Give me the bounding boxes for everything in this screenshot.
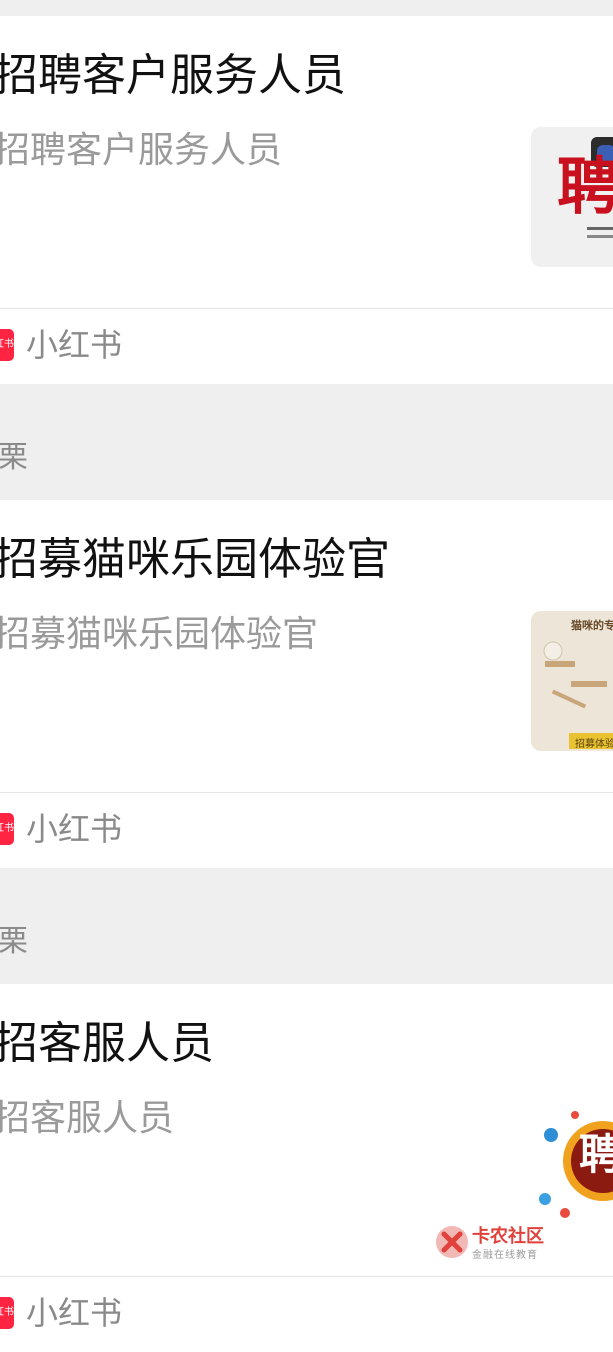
watermark: 卡农社区 金融在线教育 (434, 1224, 574, 1264)
card-title[interactable]: 招聘客户服务人员 (0, 46, 346, 106)
kanong-logo-icon (436, 1226, 468, 1258)
thumbnail-text: 猫咪的专属 (571, 619, 613, 632)
card-title[interactable]: 招募猫咪乐园体验官 (0, 530, 390, 590)
section-label: 栗 (0, 440, 28, 475)
card-thumbnail[interactable]: 猫咪的专属 招募体验 (531, 611, 613, 751)
top-gap (0, 0, 613, 16)
section-label: 栗 (0, 924, 28, 959)
card-description: 招募猫咪乐园体验官 (0, 614, 319, 655)
thumbnail-text: 聘 (579, 1130, 613, 1179)
watermark-name: 卡农社区 (472, 1226, 544, 1247)
thumbnail-text: 聘 (557, 150, 613, 223)
source-name[interactable]: 小红书 (26, 1291, 122, 1335)
xiaohongshu-icon: 红书 (0, 813, 14, 845)
card-description: 招聘客户服务人员 (0, 130, 283, 171)
source-name[interactable]: 小红书 (26, 323, 122, 367)
poster-line (587, 227, 613, 230)
source-row[interactable]: 红书 小红书 (0, 1277, 613, 1352)
xiaohongshu-icon: 红书 (0, 1297, 14, 1329)
card-thumbnail[interactable]: 聘 (531, 127, 613, 267)
feed-card[interactable]: 招募猫咪乐园体验官 招募猫咪乐园体验官 猫咪的专属 招募体验 红书 小红书 (0, 500, 613, 868)
source-row[interactable]: 红书 小红书 (0, 309, 613, 384)
poster-line (587, 235, 613, 238)
watermark-subtitle: 金融在线教育 (472, 1250, 538, 1261)
xiaohongshu-icon: 红书 (0, 329, 14, 361)
card-description: 招客服人员 (0, 1098, 175, 1139)
thumbnail-banner: 招募体验 (575, 739, 613, 750)
source-name[interactable]: 小红书 (26, 807, 122, 851)
card-thumbnail[interactable]: 聘 (531, 1095, 613, 1235)
feed-card[interactable]: 招聘客户服务人员 招聘客户服务人员 聘 红书 小红书 (0, 16, 613, 384)
source-row[interactable]: 红书 小红书 (0, 793, 613, 868)
card-title[interactable]: 招客服人员 (0, 1014, 214, 1074)
